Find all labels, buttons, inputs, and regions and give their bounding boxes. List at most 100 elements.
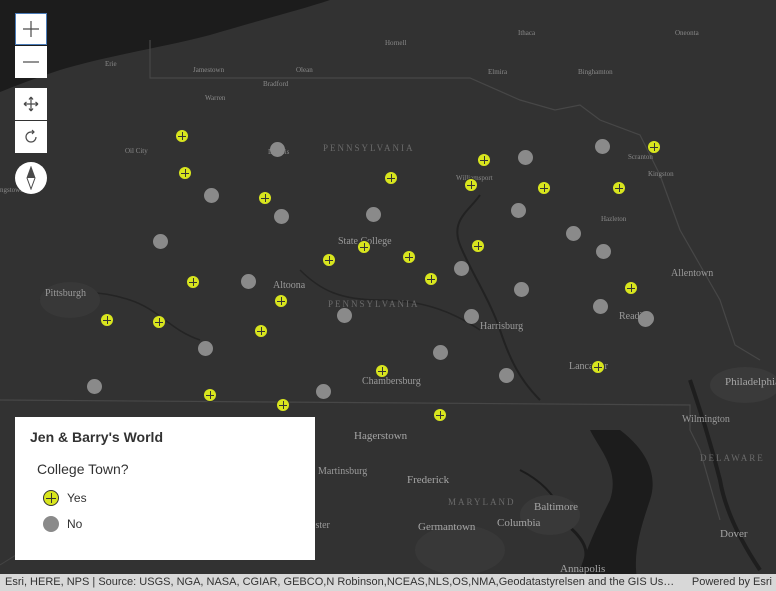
non-college-town-marker[interactable] xyxy=(510,202,526,218)
college-town-marker[interactable] xyxy=(477,153,491,167)
college-town-marker[interactable] xyxy=(471,239,485,253)
legend-panel: Jen & Barry's World College Town? Yes No xyxy=(15,417,315,560)
powered-by-link[interactable]: Powered by Esri xyxy=(692,576,772,588)
college-town-marker[interactable] xyxy=(203,388,217,402)
place-label-altoona: Altoona xyxy=(273,280,306,291)
college-town-marker[interactable] xyxy=(537,181,551,195)
college-town-marker[interactable] xyxy=(464,178,478,192)
non-college-town-marker[interactable] xyxy=(513,281,529,297)
place-label-delaware: DELAWARE xyxy=(700,453,765,463)
place-label-hagerstown: Hagerstown xyxy=(354,430,408,442)
minus-icon xyxy=(23,61,39,63)
compass-button[interactable] xyxy=(15,162,47,194)
legend-title: Jen & Barry's World xyxy=(30,429,163,445)
non-college-town-marker[interactable] xyxy=(365,206,381,222)
legend-item-no: No xyxy=(43,516,82,532)
place-label-erie: Erie xyxy=(105,60,117,68)
place-label-hazleton: Hazleton xyxy=(601,215,627,223)
place-label-olean: Olean xyxy=(296,66,313,74)
place-label-frederick: Frederick xyxy=(407,474,450,486)
non-college-town-marker[interactable] xyxy=(594,138,610,154)
non-college-town-marker[interactable] xyxy=(315,383,331,399)
college-town-marker[interactable] xyxy=(591,360,605,374)
college-town-marker[interactable] xyxy=(276,398,290,412)
non-college-town-marker[interactable] xyxy=(463,308,479,324)
college-town-marker[interactable] xyxy=(402,250,416,264)
non-college-town-marker[interactable] xyxy=(517,149,533,165)
non-college-town-marker[interactable] xyxy=(592,298,608,314)
plus-icon xyxy=(23,21,39,37)
place-label-warren: Warren xyxy=(205,94,226,102)
college-town-marker[interactable] xyxy=(178,166,192,180)
college-town-marker[interactable] xyxy=(254,324,268,338)
non-college-town-marker[interactable] xyxy=(152,233,168,249)
non-college-town-marker[interactable] xyxy=(269,141,285,157)
rotate-button[interactable] xyxy=(15,121,47,153)
college-town-marker[interactable] xyxy=(152,315,166,329)
non-college-town-marker[interactable] xyxy=(565,225,581,241)
rotate-icon xyxy=(25,129,37,143)
non-college-town-marker[interactable] xyxy=(638,310,654,326)
place-label-kingston: Kingston xyxy=(648,170,674,178)
non-college-town-marker[interactable] xyxy=(197,340,213,356)
place-label-allentown: Allentown xyxy=(671,268,714,279)
zoom-in-button[interactable] xyxy=(15,13,47,45)
yes-symbol-icon xyxy=(43,490,59,506)
non-college-town-marker[interactable] xyxy=(498,367,514,383)
college-town-marker[interactable] xyxy=(424,272,438,286)
college-town-marker[interactable] xyxy=(624,281,638,295)
college-town-marker[interactable] xyxy=(186,275,200,289)
legend-item-yes: Yes xyxy=(43,490,87,506)
pan-icon xyxy=(23,96,39,112)
place-label-jamestown: Jamestown xyxy=(193,66,225,74)
place-label-wilmington: Wilmington xyxy=(682,414,730,425)
college-town-marker[interactable] xyxy=(100,313,114,327)
non-college-town-marker[interactable] xyxy=(86,378,102,394)
attribution-bar: Esri, HERE, NPS | Source: USGS, NGA, NAS… xyxy=(0,574,776,591)
place-label-baltimore: Baltimore xyxy=(534,501,578,513)
no-symbol-icon xyxy=(43,516,59,532)
place-label-philadelphia: Philadelphia xyxy=(725,376,776,388)
attribution-sources: Esri, HERE, NPS | Source: USGS, NGA, NAS… xyxy=(5,576,677,588)
college-town-marker[interactable] xyxy=(384,171,398,185)
compass-icon xyxy=(26,166,36,190)
place-label-pennsylvania-top: PENNSYLVANIA xyxy=(323,143,415,153)
place-label-columbia: Columbia xyxy=(497,517,541,529)
place-label-binghamton: Binghamton xyxy=(578,68,613,76)
college-town-marker[interactable] xyxy=(258,191,272,205)
place-label-maryland: MARYLAND xyxy=(448,497,516,507)
zoom-out-button[interactable] xyxy=(15,46,47,78)
pan-button[interactable] xyxy=(15,88,47,120)
place-label-elmira: Elmira xyxy=(488,68,508,76)
place-label-oilcity: Oil City xyxy=(125,147,148,155)
place-label-scranton: Scranton xyxy=(628,153,653,161)
non-college-town-marker[interactable] xyxy=(203,187,219,203)
non-college-town-marker[interactable] xyxy=(432,344,448,360)
college-town-marker[interactable] xyxy=(433,408,447,422)
non-college-town-marker[interactable] xyxy=(453,260,469,276)
legend-item-label: Yes xyxy=(67,491,87,505)
college-town-marker[interactable] xyxy=(274,294,288,308)
college-town-marker[interactable] xyxy=(647,140,661,154)
legend-item-label: No xyxy=(67,517,83,531)
place-label-chambersburg: Chambersburg xyxy=(362,376,421,387)
college-town-marker[interactable] xyxy=(612,181,626,195)
college-town-marker[interactable] xyxy=(357,240,371,254)
place-label-ithaca: Ithaca xyxy=(518,29,536,37)
place-label-oneonta: Oneonta xyxy=(675,29,699,37)
non-college-town-marker[interactable] xyxy=(595,243,611,259)
map-view[interactable]: Erie Jamestown Olean Bradford Warren Hornell I… xyxy=(0,0,776,591)
college-town-marker[interactable] xyxy=(175,129,189,143)
non-college-town-marker[interactable] xyxy=(273,208,289,224)
place-label-harrisburg: Harrisburg xyxy=(480,321,524,332)
college-town-marker[interactable] xyxy=(375,364,389,378)
place-label-dover: Dover xyxy=(720,528,748,540)
legend-field-label: College Town? xyxy=(37,461,129,477)
place-label-martinsburg: Martinsburg xyxy=(318,466,368,477)
susquehanna-river xyxy=(456,194,541,401)
college-town-marker[interactable] xyxy=(322,253,336,267)
non-college-town-marker[interactable] xyxy=(336,307,352,323)
place-label-pittsburgh: Pittsburgh xyxy=(45,288,86,299)
place-label-germantown: Germantown xyxy=(418,521,476,533)
non-college-town-marker[interactable] xyxy=(240,273,256,289)
